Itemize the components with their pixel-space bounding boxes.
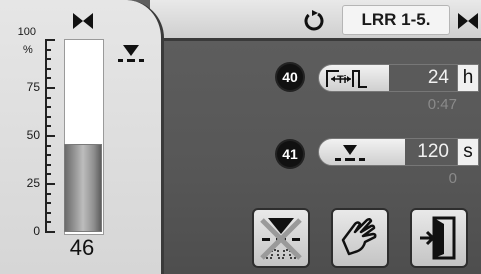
interval-timer-button[interactable]: Ti [318,64,390,92]
scale-tick-minor [45,221,51,224]
exit-button[interactable] [410,208,468,268]
scale-tick-minor [45,96,51,99]
scale-tick-minor [45,67,51,70]
scale-tick-minor [45,163,51,166]
scale-tick-minor [45,202,51,205]
level-value: 46 [69,235,95,260]
restart-icon[interactable] [302,8,326,32]
svg-text:Ti: Ti [337,74,347,86]
blowdown-disabled-icon [260,218,302,260]
scale-tick-minor [45,173,51,176]
exit-door-icon [420,216,456,260]
level-unit: % [23,44,33,56]
scale-tick-minor [45,58,51,61]
scale-tick-label: 25 [26,176,40,190]
scale-tick-minor [45,48,51,51]
delay-value[interactable]: 120 [405,138,457,166]
interval-elapsed: 0:47 [427,96,457,113]
param-badge: 40 [277,64,303,90]
scale-tick-major [45,231,55,233]
scale-tick-label: 75 [26,80,40,94]
param-badge: 41 [277,141,303,167]
scale-tick-minor [45,192,51,195]
valve-icon [73,13,93,29]
device-title: LRR 1-5. [342,5,450,35]
scale-tick-minor [45,77,51,80]
scale-tick-minor [45,125,51,128]
delay-unit: s [457,138,479,166]
delay-elapsed: 0 [448,170,457,187]
scale-tick-major [45,39,55,41]
interval-value[interactable]: 24 [389,64,457,92]
scale-tick-major [45,87,55,89]
interval-unit: h [457,64,479,92]
scale-tick-major [45,135,55,137]
valve-icon [458,13,478,29]
scale-tick-minor [45,211,51,214]
level-bar-fill [64,143,102,232]
scale-tick-label: 100 [17,26,36,38]
scale-tick-minor [45,115,51,118]
scale-tick-minor [45,106,51,109]
scale-tick-major [45,183,55,185]
manual-hand-icon [341,217,377,256]
scale-tick-label: 0 [33,224,40,238]
scale-tick-label: 50 [26,128,40,142]
level-down-symbol [118,45,144,62]
level-down-icon [335,145,365,161]
level-down-button[interactable] [318,138,406,166]
scale-tick-minor [45,144,51,147]
blowdown-button[interactable] [252,208,310,268]
scale-tick-minor [45,154,51,157]
interval-timer-icon: Ti [326,70,367,88]
manual-mode-button[interactable] [331,208,389,268]
